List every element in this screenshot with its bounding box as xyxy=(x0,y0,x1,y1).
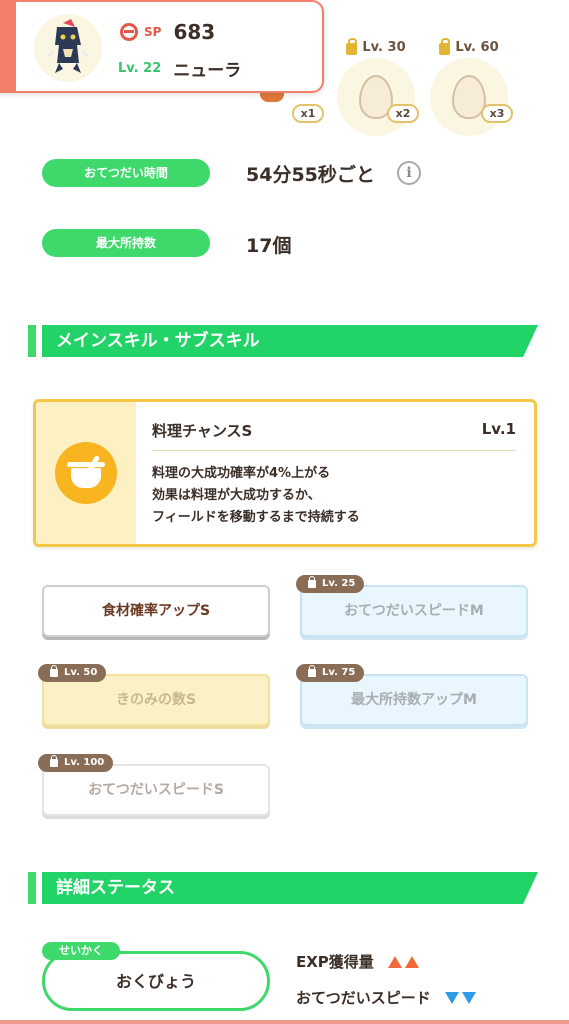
lock-icon xyxy=(439,38,451,55)
main-skill-description: 料理の大成功確率が4%上がる 効果は料理が大成功するか、 フィールドを移動するま… xyxy=(152,466,360,525)
pokemon-name: ニューラ xyxy=(173,61,242,81)
sneasel-icon xyxy=(47,19,89,73)
main-skill-card[interactable]: 料理チャンスS Lv.1 料理の大成功確率が4%上がる 効果は料理が大成功するか… xyxy=(33,399,537,547)
sp-value: 683 xyxy=(173,20,216,44)
lock-icon xyxy=(308,665,316,677)
lock-icon xyxy=(50,665,58,677)
max-carry-label: 最大所持数 xyxy=(42,229,210,257)
pokemon-header-card[interactable]: SP 683 Lv. 22 ニューラ xyxy=(0,0,324,93)
sub-skill-button[interactable]: 食材確率アップS xyxy=(42,585,270,637)
pokeball-icon xyxy=(120,23,138,41)
main-skill-icon-area xyxy=(36,402,136,544)
sp-row: SP 683 xyxy=(120,20,215,44)
sub-skill-lock-tag: Lv. 50 xyxy=(38,664,107,682)
section-title: メインスキル・サブスキル xyxy=(56,331,260,351)
header-accent xyxy=(0,2,16,91)
egg-multiplier-badge: x3 xyxy=(481,104,513,123)
nature-effect-up: EXP獲得量 xyxy=(296,951,419,972)
egg-lock-level: Lv. 30 xyxy=(362,40,406,55)
lock-icon xyxy=(50,755,58,767)
max-carry-value: 17個 xyxy=(246,235,292,257)
sub-skill-lock-tag: Lv. 100 xyxy=(38,754,114,772)
help-time-label: おてつだい時間 xyxy=(42,159,210,187)
sub-skill-lock-tag: Lv. 25 xyxy=(296,575,365,593)
up-arrows-icon xyxy=(387,955,419,968)
nature-effect-down: おてつだいスピード xyxy=(296,987,476,1008)
divider xyxy=(152,450,516,451)
main-skill-level: Lv.1 xyxy=(481,420,516,438)
cooking-pot-icon xyxy=(55,442,117,504)
help-time-value: 54分55秒ごと xyxy=(246,164,375,186)
main-skill-name: 料理チャンスS xyxy=(152,422,253,440)
bottom-edge xyxy=(0,1020,569,1024)
lock-icon xyxy=(346,38,358,55)
egg-multiplier-badge: x2 xyxy=(387,104,419,123)
egg-multiplier-badge: x1 xyxy=(292,104,324,123)
info-icon[interactable]: i xyxy=(397,161,421,185)
lock-icon xyxy=(308,576,316,588)
pokemon-avatar xyxy=(34,14,102,82)
skills-section-header: メインスキル・サブスキル xyxy=(28,325,538,357)
nature-button[interactable]: おくびょう xyxy=(42,951,270,1011)
nature-tag: せいかく xyxy=(42,942,120,960)
sub-skill-lock-tag: Lv. 75 xyxy=(296,664,365,682)
egg-lock-level: Lv. 60 xyxy=(455,40,499,55)
level-row: Lv. 22 ニューラ xyxy=(118,56,241,81)
section-title: 詳細ステータス xyxy=(56,878,175,898)
pokemon-level: Lv. 22 xyxy=(118,61,162,76)
details-section-header: 詳細ステータス xyxy=(28,872,538,904)
down-arrows-icon xyxy=(444,991,476,1004)
sp-label: SP xyxy=(144,25,162,39)
